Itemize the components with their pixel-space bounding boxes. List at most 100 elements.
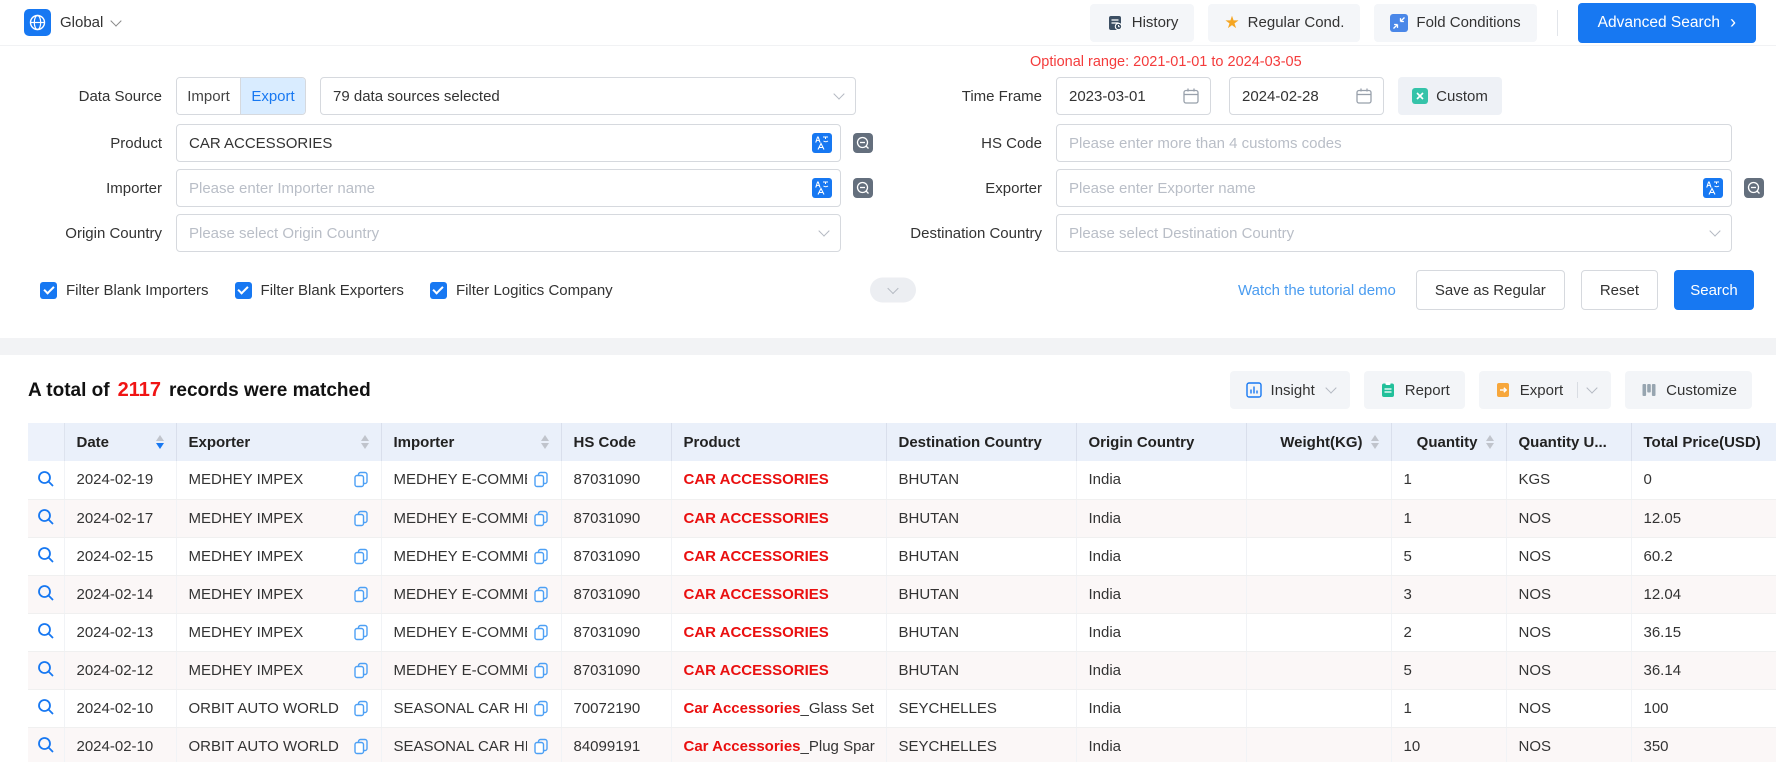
fold-conditions-button[interactable]: Fold Conditions [1374,4,1536,42]
sort-icons[interactable] [156,435,164,449]
sort-icons[interactable] [541,435,549,449]
magnifier-icon[interactable] [34,467,58,491]
magnifier-icon[interactable] [34,657,58,681]
custom-label: Custom [1436,88,1488,105]
filter-blank-importers-checkbox[interactable]: Filter Blank Importers [40,282,209,299]
copy-icon[interactable] [533,738,549,755]
product-highlight: Car Accessories [684,738,801,755]
start-date-input[interactable]: 2023-03-01 [1056,77,1211,115]
column-header-importer[interactable]: Importer [381,423,561,461]
copy-icon[interactable] [353,548,369,565]
column-header-date[interactable]: Date [64,423,176,461]
reset-button[interactable]: Reset [1581,270,1658,310]
product-label: Product [0,135,176,152]
history-button[interactable]: History [1090,4,1195,42]
cell-importer: MEDHEY E-COMME [381,575,561,613]
star-icon: ★ [1224,14,1239,31]
column-header-weight-kg[interactable]: Weight(KG) [1246,423,1391,461]
sort-icons[interactable] [361,435,369,449]
copy-icon[interactable] [533,548,549,565]
insight-button[interactable]: Insight [1230,371,1350,409]
insight-icon [1245,381,1263,399]
importer-input[interactable] [176,169,841,207]
copy-icon[interactable] [353,700,369,717]
export-toggle-button[interactable]: Export [241,78,305,114]
fuzzy-search-icon[interactable] [853,178,873,198]
save-as-regular-button[interactable]: Save as Regular [1416,270,1565,310]
cell-quantity: 5 [1391,537,1506,575]
origin-country-placeholder: Please select Origin Country [189,225,820,242]
export-button[interactable]: Export [1479,371,1611,409]
import-toggle-button[interactable]: Import [177,78,241,114]
fuzzy-search-icon[interactable] [1744,178,1764,198]
region-switcher[interactable]: Global [24,9,120,36]
magnifier-icon[interactable] [34,505,58,529]
cell-quantity_unit: NOS [1506,689,1631,727]
column-header-quantity-u: Quantity U... [1506,423,1631,461]
translate-icon[interactable]: A [812,133,832,153]
magnifier-icon[interactable] [34,733,58,757]
data-sources-select[interactable]: 79 data sources selected [320,77,856,115]
filter-blank-exporters-checkbox[interactable]: Filter Blank Exporters [235,282,404,299]
cell-hs_code: 87031090 [561,461,671,499]
regular-conditions-button[interactable]: ★ Regular Cond. [1208,4,1360,42]
column-header-exporter[interactable]: Exporter [176,423,381,461]
translate-icon[interactable]: A [812,178,832,198]
search-button[interactable]: Search [1674,270,1754,310]
filter-logistics-company-checkbox[interactable]: Filter Logitics Company [430,282,613,299]
tutorial-demo-link[interactable]: Watch the tutorial demo [1238,282,1396,299]
copy-icon[interactable] [533,700,549,717]
copy-icon[interactable] [353,586,369,603]
advanced-search-button[interactable]: Advanced Search › [1578,3,1756,43]
copy-icon[interactable] [353,662,369,679]
cell-destination_country: BHUTAN [886,575,1076,613]
sort-icons[interactable] [1486,435,1494,449]
cell-exporter: MEDHEY IMPEX [176,461,381,499]
translate-icon[interactable]: A [1703,178,1723,198]
table-row: 2024-02-12MEDHEY IMPEXMEDHEY E-COMME8703… [28,651,1776,689]
table-row: 2024-02-13MEDHEY IMPEXMEDHEY E-COMME8703… [28,613,1776,651]
origin-country-select[interactable]: Please select Origin Country [176,214,841,252]
cell-product: CAR ACCESSORIES [671,461,886,499]
product-input[interactable] [176,124,841,162]
fuzzy-search-icon[interactable] [853,133,873,153]
copy-icon[interactable] [353,471,369,488]
sort-icons[interactable] [1371,435,1379,449]
column-header-hs-code: HS Code [561,423,671,461]
copy-icon[interactable] [533,471,549,488]
chevron-right-icon: › [1730,13,1736,31]
column-header-quantity[interactable]: Quantity [1391,423,1506,461]
copy-icon[interactable] [533,510,549,527]
magnifier-icon[interactable] [34,581,58,605]
custom-range-button[interactable]: Custom [1398,77,1502,115]
customize-label: Customize [1666,382,1737,399]
column-label: Quantity U... [1519,434,1607,451]
magnifier-icon[interactable] [34,695,58,719]
cell-date: 2024-02-15 [64,537,176,575]
copy-icon[interactable] [353,624,369,641]
column-label: Exporter [189,434,251,451]
export-icon [1494,381,1512,399]
copy-icon[interactable] [533,586,549,603]
exporter-input[interactable] [1056,169,1732,207]
copy-icon[interactable] [353,510,369,527]
copy-icon[interactable] [353,738,369,755]
destination-country-select[interactable]: Please select Destination Country [1056,214,1732,252]
cell-total_price: 350 [1631,727,1776,762]
magnifier-icon[interactable] [34,543,58,567]
customize-button[interactable]: Customize [1625,371,1752,409]
copy-icon[interactable] [533,662,549,679]
collapse-conditions-button[interactable] [870,278,916,303]
data-sources-value: 79 data sources selected [333,88,835,105]
copy-icon[interactable] [533,624,549,641]
end-date-input[interactable]: 2024-02-28 [1229,77,1384,115]
results-panel: A total of 2117 records were matched Ins… [0,355,1776,762]
product-rest: _Plug Spar [801,738,875,755]
cell-hs_code: 87031090 [561,537,671,575]
hs-code-input[interactable] [1056,124,1732,162]
magnifier-icon[interactable] [34,619,58,643]
report-button[interactable]: Report [1364,371,1465,409]
filter-label: Filter Logitics Company [456,282,613,299]
cell-destination_country: BHUTAN [886,461,1076,499]
checkbox-checked-icon [235,282,252,299]
